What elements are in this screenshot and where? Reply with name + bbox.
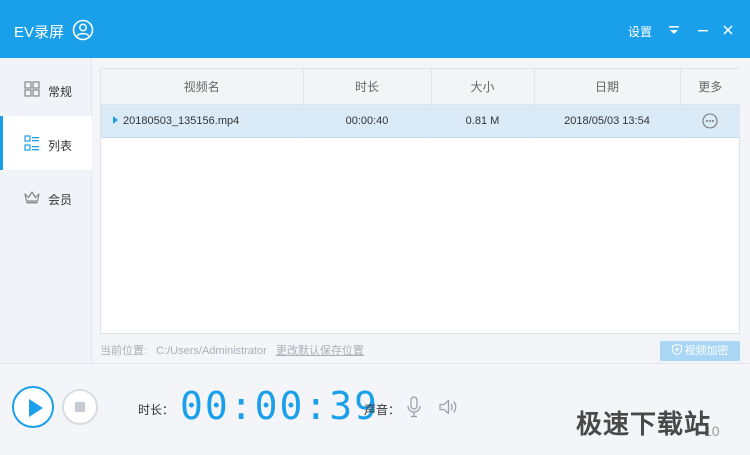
sidebar-item-general[interactable]: 常规 (0, 62, 92, 116)
list-icon (24, 135, 39, 151)
sidebar: 常规 列表 会员 (0, 58, 93, 363)
table-header: 视频名 时长 大小 日期 更多 (101, 69, 740, 105)
video-table: 视频名 时长 大小 日期 更多 20180503_135156.mp4 00:0… (101, 69, 740, 138)
watermark-text: 极速下载站 (576, 410, 712, 440)
play-icon (29, 399, 43, 417)
column-header-date[interactable]: 日期 (534, 69, 681, 105)
video-name: 20180503_135156.mp4 (123, 114, 240, 127)
video-encrypt-button[interactable]: 视频加密 (660, 341, 740, 361)
start-record-button[interactable] (12, 386, 54, 428)
crown-icon (24, 191, 40, 204)
speaker-icon[interactable] (438, 398, 458, 416)
sidebar-item-label: 会员 (48, 193, 73, 207)
more-cell (680, 104, 740, 138)
video-list: 视频名 时长 大小 日期 更多 20180503_135156.mp4 00:0… (100, 68, 740, 334)
stop-icon (75, 402, 85, 412)
sidebar-item-list[interactable]: 列表 (0, 116, 93, 170)
sidebar-item-label: 常规 (48, 85, 73, 99)
sidebar-item-member[interactable]: 会员 (0, 170, 92, 224)
sound-label: 声音： (364, 403, 401, 417)
sidebar-item-label: 列表 (48, 139, 73, 153)
video-date: 2018/05/03 13:54 (534, 104, 681, 138)
minimize-icon[interactable] (697, 24, 709, 36)
column-header-size[interactable]: 大小 (431, 69, 535, 105)
title-bar: EV录屏 设置 (0, 0, 750, 58)
close-icon[interactable] (722, 24, 734, 36)
location-label: 当前位置: (100, 345, 148, 357)
video-duration: 00:00:40 (303, 104, 432, 138)
main-panel: 视频名 时长 大小 日期 更多 20180503_135156.mp4 00:0… (92, 58, 750, 363)
change-save-location-link[interactable]: 更改默认保存位置 (276, 345, 364, 357)
settings-button[interactable]: 设置 (628, 23, 652, 40)
app-title: EV录屏 (14, 24, 65, 41)
column-header-duration[interactable]: 时长 (303, 69, 432, 105)
column-header-name[interactable]: 视频名 (101, 69, 304, 105)
record-timer: 00:00:39 (180, 384, 380, 428)
ellipsis-circle-icon[interactable] (702, 112, 718, 129)
duration-label: 时长： (138, 403, 175, 417)
location-path: C:/Users/Administrator (156, 345, 267, 357)
grid-icon (24, 81, 40, 97)
table-row[interactable]: 20180503_135156.mp4 00:00:40 0.81 M 2018… (101, 104, 740, 138)
microphone-icon[interactable] (406, 396, 422, 418)
encrypt-label: 视频加密 (684, 345, 729, 357)
video-size: 0.81 M (431, 104, 535, 138)
expand-triangle-icon[interactable] (113, 115, 118, 124)
shield-icon (671, 344, 682, 355)
stop-record-button[interactable] (62, 389, 98, 425)
dropdown-menu-icon[interactable] (668, 24, 680, 36)
video-name-cell[interactable]: 20180503_135156.mp4 (101, 104, 304, 138)
save-location-bar: 当前位置: C:/Users/Administrator 更改默认保存位置 (100, 342, 370, 358)
user-icon[interactable] (72, 19, 94, 41)
column-header-more: 更多 (680, 69, 740, 105)
